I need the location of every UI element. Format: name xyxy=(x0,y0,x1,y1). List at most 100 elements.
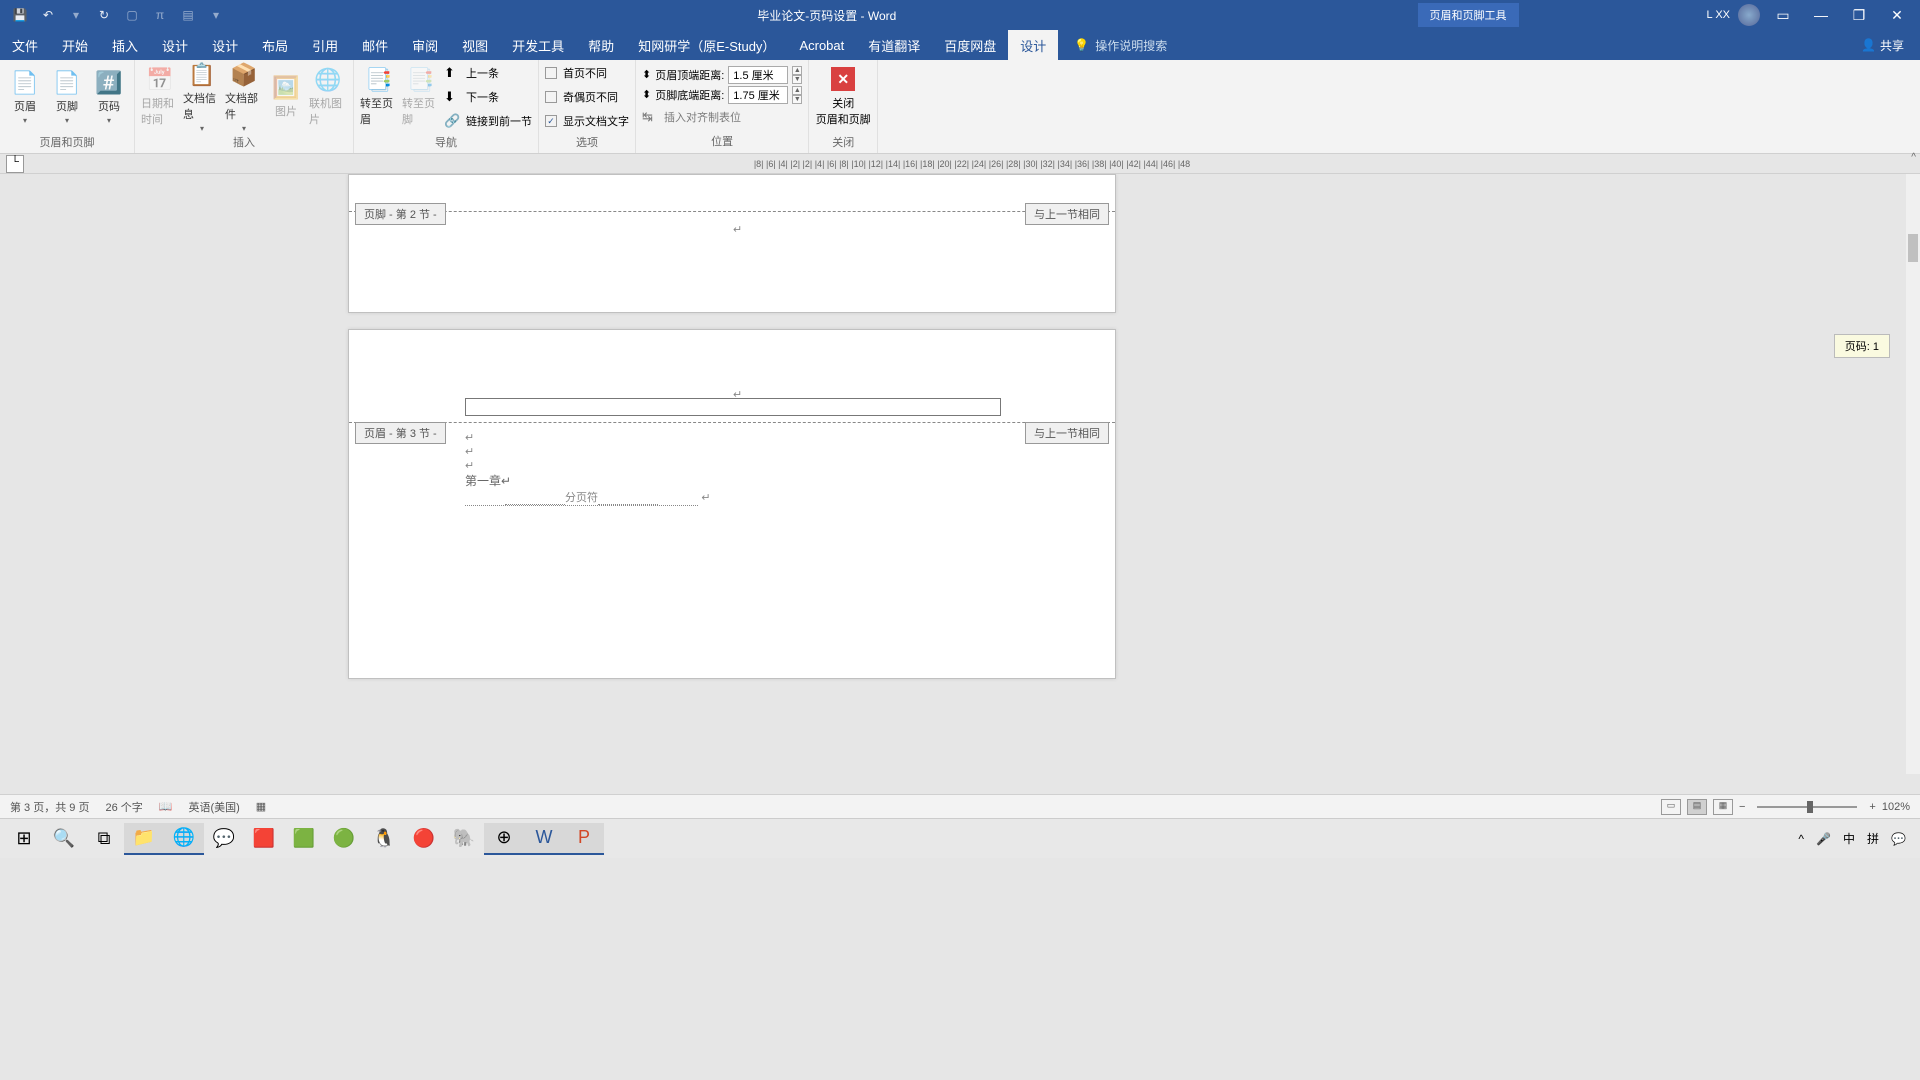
chrome-icon[interactable]: 🔴 xyxy=(404,823,444,855)
app-icon-1[interactable]: 🟢 xyxy=(324,823,364,855)
user-name[interactable]: L XX xyxy=(1707,9,1730,21)
previous-section-button[interactable]: ⬆上一条 xyxy=(444,62,532,84)
diff-first-checkbox[interactable]: 首页不同 xyxy=(545,62,629,84)
collapse-ribbon-icon[interactable]: ^ xyxy=(1911,152,1916,163)
tab-estudy[interactable]: 知网研学（原E-Study） xyxy=(626,30,787,60)
tab-icon: ↹ xyxy=(642,109,658,125)
next-section-button[interactable]: ⬇下一条 xyxy=(444,86,532,108)
zoom-in-icon[interactable]: + xyxy=(1869,801,1875,813)
same-as-prev-tag: 与上一节相同 xyxy=(1025,203,1109,225)
tab-layout[interactable]: 布局 xyxy=(250,30,300,60)
action-center-icon[interactable]: 💬 xyxy=(1891,832,1906,846)
status-words[interactable]: 26 个字 xyxy=(105,799,142,815)
wechat-icon[interactable]: 💬 xyxy=(204,823,244,855)
zoom-handle[interactable] xyxy=(1807,801,1813,813)
undo-dd-icon[interactable]: ▾ xyxy=(66,5,86,25)
zoom-out-icon[interactable]: − xyxy=(1739,801,1745,813)
macro-icon[interactable]: ▦ xyxy=(256,800,266,813)
page-current[interactable]: ↵ 页眉 - 第 3 节 - 与上一节相同 ↵ ↵ ↵ 第一章↵ 分页符 ↵ xyxy=(348,329,1116,679)
tab-insert[interactable]: 插入 xyxy=(100,30,150,60)
tab-baidu[interactable]: 百度网盘 xyxy=(932,30,1008,60)
close-icon[interactable]: ✕ xyxy=(1882,0,1912,30)
tab-home[interactable]: 开始 xyxy=(50,30,100,60)
task-view-button[interactable]: ⧉ xyxy=(84,823,124,855)
mic-icon[interactable]: 🎤 xyxy=(1816,832,1831,846)
show-doc-text-checkbox[interactable]: ✓显示文档文字 xyxy=(545,110,629,132)
scroll-thumb[interactable] xyxy=(1908,234,1918,262)
footer-distance-input[interactable] xyxy=(728,86,788,104)
status-page[interactable]: 第 3 页，共 9 页 xyxy=(10,799,89,815)
search-button[interactable]: 🔍 xyxy=(44,823,84,855)
evernote-icon[interactable]: 🐘 xyxy=(444,823,484,855)
undo-icon[interactable]: ↶ xyxy=(38,5,58,25)
spin-down[interactable]: ▼ xyxy=(792,75,802,84)
ribbon-display-icon[interactable]: ▭ xyxy=(1768,0,1798,30)
page-number-button[interactable]: #️⃣页码▾ xyxy=(90,62,128,132)
header-distance-input[interactable] xyxy=(728,66,788,84)
header-button[interactable]: 📄页眉▾ xyxy=(6,62,44,132)
insert-align-tab-button[interactable]: ↹插入对齐制表位 xyxy=(642,106,802,128)
diff-odd-even-checkbox[interactable]: 奇偶页不同 xyxy=(545,86,629,108)
tab-developer[interactable]: 开发工具 xyxy=(500,30,576,60)
footer-button[interactable]: 📄页脚▾ xyxy=(48,62,86,132)
tab-file[interactable]: 文件 xyxy=(0,30,50,60)
tab-review[interactable]: 审阅 xyxy=(400,30,450,60)
spin-down[interactable]: ▼ xyxy=(792,95,802,104)
share-button[interactable]: 👤 共享 xyxy=(1845,37,1920,54)
pycharm-icon[interactable]: 🟩 xyxy=(284,823,324,855)
restore-icon[interactable]: ❐ xyxy=(1844,0,1874,30)
tab-mailings[interactable]: 邮件 xyxy=(350,30,400,60)
avatar[interactable] xyxy=(1738,4,1760,26)
tab-view[interactable]: 视图 xyxy=(450,30,500,60)
tell-me-search[interactable]: 💡 操作说明搜索 xyxy=(1058,37,1183,54)
spell-check-icon[interactable]: 📖 xyxy=(159,800,173,813)
link-previous-button[interactable]: 🔗链接到前一节 xyxy=(444,110,532,132)
word-icon[interactable]: W xyxy=(524,823,564,855)
vertical-scrollbar[interactable] xyxy=(1906,174,1920,774)
spin-up[interactable]: ▲ xyxy=(792,86,802,95)
powerpoint-icon[interactable]: P xyxy=(564,823,604,855)
close-hf-button[interactable]: ✕ 关闭 页眉和页脚 xyxy=(815,62,871,132)
keyboard-indicator[interactable]: 拼 xyxy=(1867,830,1879,847)
status-language[interactable]: 英语(美国) xyxy=(188,799,239,815)
zoom-level[interactable]: 102% xyxy=(1882,801,1910,813)
tab-design2[interactable]: 设计 xyxy=(200,30,250,60)
page-prev[interactable]: 页脚 - 第 2 节 - 与上一节相同 ↵ xyxy=(348,174,1116,313)
web-layout-icon[interactable]: ▦ xyxy=(1713,799,1733,815)
spin-up[interactable]: ▲ xyxy=(792,66,802,75)
tray-expand-icon[interactable]: ^ xyxy=(1798,832,1804,846)
start-button[interactable]: ⊞ xyxy=(4,823,44,855)
intellij-icon[interactable]: 🟥 xyxy=(244,823,284,855)
zoom-slider[interactable] xyxy=(1757,806,1857,808)
save-icon[interactable]: 💾 xyxy=(10,5,30,25)
tab-references[interactable]: 引用 xyxy=(300,30,350,60)
qat-customize[interactable]: ▾ xyxy=(206,5,226,25)
print-layout-icon[interactable]: ▤ xyxy=(1687,799,1707,815)
datetime-button[interactable]: 📅日期和时间 xyxy=(141,62,179,132)
page-tooltip: 页码: 1 xyxy=(1834,334,1890,358)
redo-icon[interactable]: ↻ xyxy=(94,5,114,25)
horizontal-ruler[interactable]: |8| |6| |4| |2| |2| |4| |6| |8| |10| |12… xyxy=(24,159,1920,169)
qq-icon[interactable]: 🐧 xyxy=(364,823,404,855)
tab-selector[interactable]: └ xyxy=(6,155,24,173)
tab-hf-design[interactable]: 设计 xyxy=(1008,30,1058,60)
read-mode-icon[interactable]: ▭ xyxy=(1661,799,1681,815)
quickparts-button[interactable]: 📦文档部件▾ xyxy=(225,62,263,132)
qat-btn-4[interactable]: ▢ xyxy=(122,5,142,25)
ime-indicator[interactable]: 中 xyxy=(1843,830,1855,847)
tab-design1[interactable]: 设计 xyxy=(150,30,200,60)
tab-youdao[interactable]: 有道翻译 xyxy=(856,30,932,60)
goto-header-button[interactable]: 📑转至页眉 xyxy=(360,62,398,132)
explorer-icon[interactable]: 📁 xyxy=(124,823,164,855)
header-distance-icon: ⬍ xyxy=(642,68,651,81)
tab-help[interactable]: 帮助 xyxy=(576,30,626,60)
footer-distance-label: 页脚底端距离: xyxy=(655,87,724,103)
header-distance-label: 页眉顶端距离: xyxy=(655,67,724,83)
docinfo-button[interactable]: 📋文档信息▾ xyxy=(183,62,221,132)
qat-btn-5[interactable]: π xyxy=(150,5,170,25)
qat-btn-6[interactable]: ▤ xyxy=(178,5,198,25)
edge-icon[interactable]: 🌐 xyxy=(164,823,204,855)
minimize-icon[interactable]: — xyxy=(1806,0,1836,30)
tab-acrobat[interactable]: Acrobat xyxy=(787,30,856,60)
app-icon-2[interactable]: ⊕ xyxy=(484,823,524,855)
